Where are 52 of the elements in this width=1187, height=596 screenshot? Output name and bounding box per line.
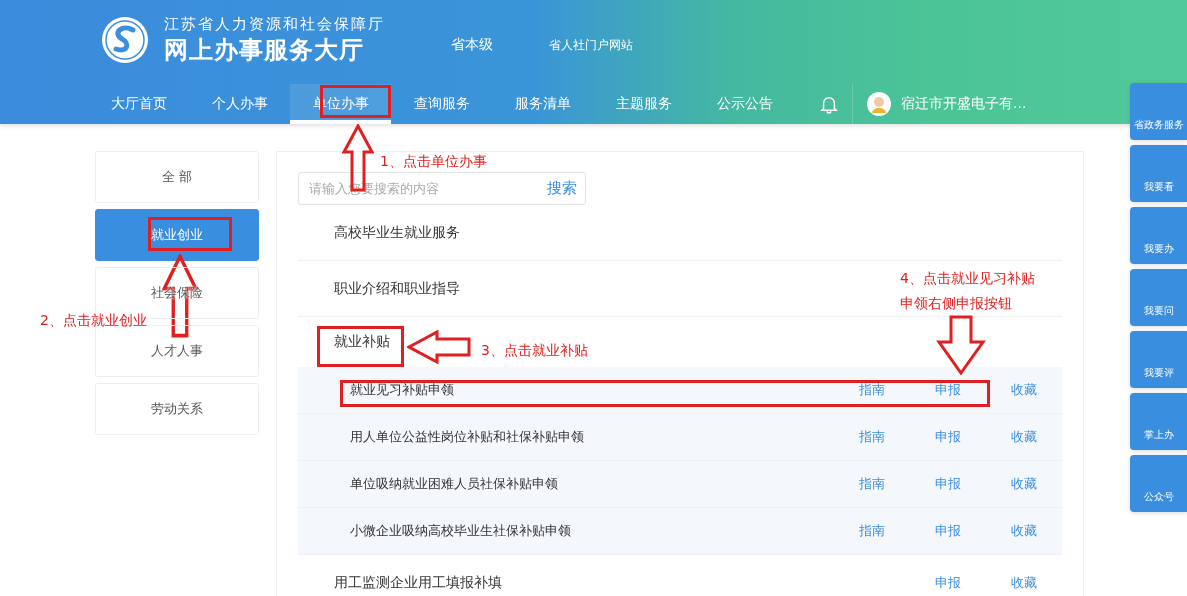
action-link[interactable]: 收藏 xyxy=(986,428,1062,446)
float-button[interactable]: 公众号 xyxy=(1130,455,1187,512)
action-link[interactable]: 申报 xyxy=(910,428,986,446)
service-item[interactable]: 单位吸纳就业困难人员社保补贴申领 xyxy=(350,475,558,493)
avatar-icon[interactable] xyxy=(867,92,891,116)
category-tab[interactable]: 就业创业 xyxy=(95,209,259,261)
service-item[interactable]: 就业见习补贴申领 xyxy=(350,381,454,399)
nav-tab[interactable]: 大厅首页 xyxy=(88,84,189,124)
category-item[interactable]: 就业补贴 xyxy=(334,333,390,351)
action-link[interactable]: 申报 xyxy=(910,522,986,540)
float-button[interactable]: 我要办 xyxy=(1130,207,1187,264)
action-link[interactable]: 申报 xyxy=(910,573,986,592)
header-link[interactable]: 省本级 xyxy=(451,36,493,54)
instruction-note: 申领右侧申报按钮 xyxy=(900,294,1012,313)
category-tab[interactable]: 全 部 xyxy=(95,151,259,203)
float-button[interactable]: 掌上办 xyxy=(1130,393,1187,450)
category-item[interactable]: 用工监测企业用工填报补填 xyxy=(334,573,502,592)
category-tab[interactable]: 劳动关系 xyxy=(95,383,259,435)
float-button[interactable]: 省政务服务 xyxy=(1130,83,1187,140)
action-link[interactable]: 收藏 xyxy=(986,381,1062,399)
action-link[interactable]: 收藏 xyxy=(986,522,1062,540)
nav-tab[interactable]: 主题服务 xyxy=(593,84,694,124)
action-link[interactable]: 收藏 xyxy=(986,573,1062,592)
service-item[interactable]: 小微企业吸纳高校毕业生社保补贴申领 xyxy=(350,522,571,540)
action-link[interactable]: 指南 xyxy=(834,428,910,446)
header-link[interactable]: 省人社门户网站 xyxy=(549,36,633,54)
float-button[interactable]: 我要问 xyxy=(1130,269,1187,326)
action-link[interactable]: 收藏 xyxy=(986,475,1062,493)
bell-icon[interactable] xyxy=(820,94,838,114)
user-name[interactable]: 宿迁市开盛电子有... xyxy=(901,95,1027,113)
float-button[interactable]: 我要评 xyxy=(1130,331,1187,388)
category-item[interactable]: 高校毕业生就业服务 xyxy=(334,223,460,242)
float-button[interactable]: 我要看 xyxy=(1130,145,1187,202)
service-item[interactable]: 用人单位公益性岗位补贴和社保补贴申领 xyxy=(350,428,584,446)
nav-tab[interactable]: 服务清单 xyxy=(492,84,593,124)
instruction-note: 3、点击就业补贴 xyxy=(481,341,588,360)
arrow-left-icon xyxy=(407,330,471,364)
instruction-note: 1、点击单位办事 xyxy=(380,152,487,171)
logo-icon xyxy=(100,15,150,65)
action-link[interactable]: 申报 xyxy=(910,475,986,493)
action-link[interactable]: 申报 xyxy=(910,381,986,399)
action-link[interactable]: 指南 xyxy=(834,522,910,540)
instruction-note: 4、点击就业见习补贴 xyxy=(900,269,1035,288)
search-button[interactable]: 搜索 xyxy=(547,179,577,198)
nav-tab[interactable]: 公示公告 xyxy=(694,84,795,124)
action-link[interactable]: 指南 xyxy=(834,475,910,493)
nav-tab[interactable]: 个人办事 xyxy=(189,84,290,124)
action-link[interactable]: 指南 xyxy=(834,381,910,399)
site-title: 网上办事服务大厅 xyxy=(164,34,365,66)
nav-tab[interactable]: 查询服务 xyxy=(391,84,492,124)
organization-name: 江苏省人力资源和社会保障厅 xyxy=(164,14,385,34)
category-item[interactable]: 职业介绍和职业指导 xyxy=(334,279,460,298)
